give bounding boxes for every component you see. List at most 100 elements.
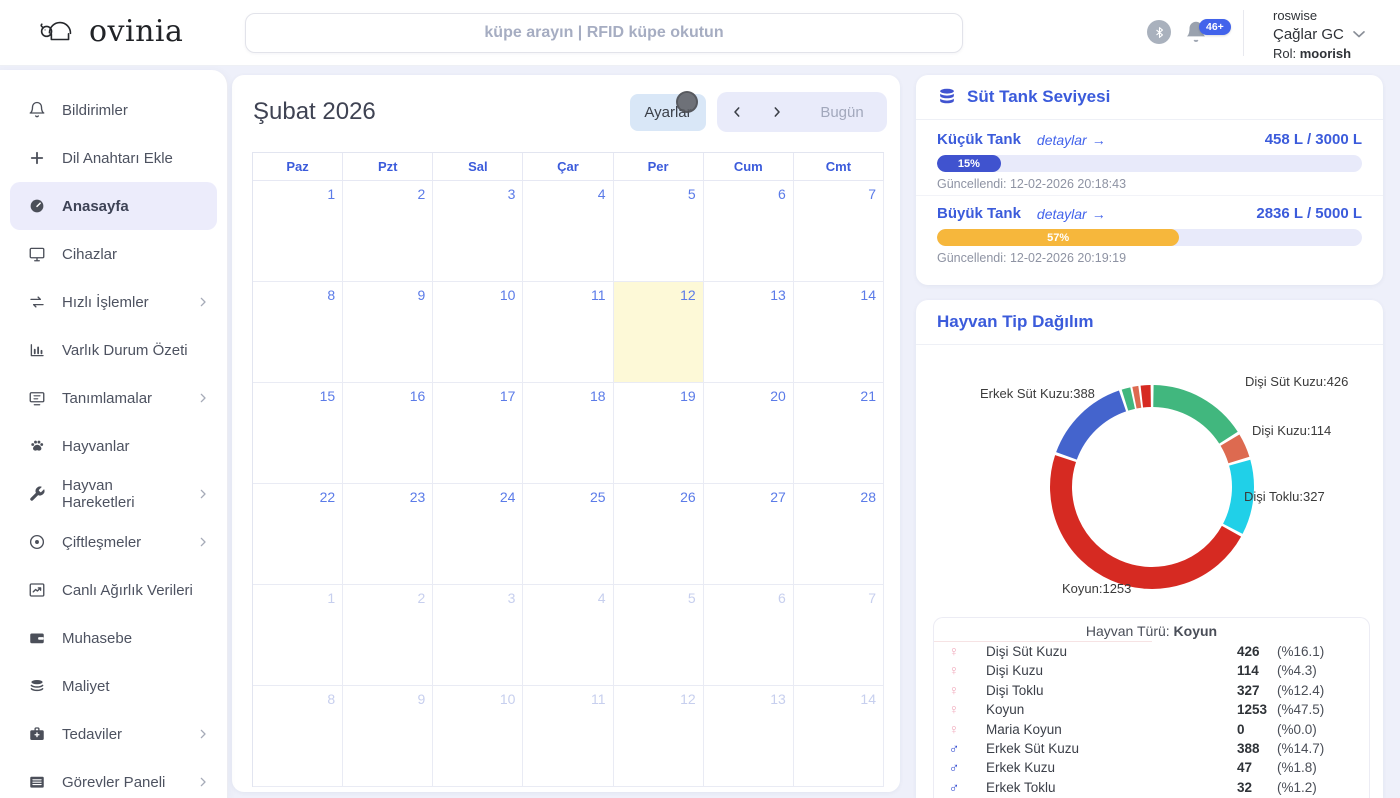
sidebar-item-görevler-paneli[interactable]: Görevler Paneli	[0, 758, 227, 798]
calendar-day-cell[interactable]: 24	[433, 484, 523, 585]
sidebar-item-muhasebe[interactable]: Muhasebe	[0, 614, 227, 662]
animal-type-name: Dişi Süt Kuzu	[986, 642, 1067, 661]
calendar-day-cell[interactable]: 12	[614, 686, 704, 787]
animal-type-name: Erkek Süt Kuzu	[986, 739, 1079, 758]
day-header-sal: Sal	[433, 153, 523, 181]
calendar-day-cell[interactable]: 23	[343, 484, 433, 585]
calendar-day-cell[interactable]: 5	[614, 181, 704, 282]
sidebar-item-tanımlamalar[interactable]: Tanımlamalar	[0, 374, 227, 422]
donut-segment-erkek-süt-kuzu[interactable]	[1066, 401, 1122, 456]
calendar-day-cell[interactable]: 13	[704, 282, 794, 383]
table-row[interactable]: ♂ Erkek Toklu 32 (%1.2)	[934, 778, 1369, 797]
donut-segment-koyun[interactable]	[1061, 459, 1231, 578]
sidebar-item-label: Bildirimler	[62, 102, 128, 119]
chevron-down-icon[interactable]	[1349, 24, 1369, 49]
sidebar-item-hızlı-i-şlemler[interactable]: Hızlı İşlemler	[0, 278, 227, 326]
calendar-day-cell[interactable]: 2	[343, 585, 433, 686]
calendar-day-cell[interactable]: 14	[794, 282, 884, 383]
calendar-day-cell[interactable]: 27	[704, 484, 794, 585]
donut-segment-erkek-kuzu[interactable]	[1125, 398, 1133, 400]
table-row[interactable]: ♀ Dişi Kuzu 114 (%4.3)	[934, 661, 1369, 680]
calendar-day-cell[interactable]: 17	[433, 383, 523, 484]
calendar-day-cell[interactable]: 16	[343, 383, 433, 484]
tank-details-link[interactable]: detaylar→	[1037, 206, 1106, 222]
calendar-day-cell[interactable]: 10	[433, 686, 523, 787]
calendar-day-cell[interactable]: 3	[433, 181, 523, 282]
user-menu[interactable]: roswise Çağlar GC Rol: moorish	[1273, 6, 1351, 63]
sidebar-item-çiftleşmeler[interactable]: Çiftleşmeler	[0, 518, 227, 566]
calendar-day-cell[interactable]: 10	[433, 282, 523, 383]
calendar-day-cell[interactable]: 1	[253, 585, 343, 686]
sidebar-item-canlı-ağırlık-verileri[interactable]: Canlı Ağırlık Verileri	[0, 566, 227, 614]
day-header-cmt: Cmt	[794, 153, 884, 181]
sidebar-item-varlık-durum-özeti[interactable]: Varlık Durum Özeti	[0, 326, 227, 374]
calendar-day-cell[interactable]: 11	[523, 686, 613, 787]
calendar-day-cell[interactable]: 25	[523, 484, 613, 585]
sidebar-item-anasayfa[interactable]: Anasayfa	[10, 182, 217, 230]
calendar-day-cell[interactable]: 26	[614, 484, 704, 585]
calendar-day-cell[interactable]: 22	[253, 484, 343, 585]
calendar-day-cell[interactable]: 11	[523, 282, 613, 383]
sidebar-item-cihazlar[interactable]: Cihazlar	[0, 230, 227, 278]
today-button[interactable]: Bugün	[797, 92, 887, 132]
next-month-button[interactable]	[757, 92, 797, 132]
calendar-day-cell[interactable]: 6	[704, 181, 794, 282]
sidebar-item-tedaviler[interactable]: Tedaviler	[0, 710, 227, 758]
animal-type-count: 327	[1237, 681, 1260, 700]
calendar-day-cell[interactable]: 4	[523, 585, 613, 686]
donut-segment-dişi-toklu[interactable]	[1233, 463, 1243, 529]
animal-type-percent: (%1.8)	[1277, 758, 1317, 777]
calendar-day-cell[interactable]: 15	[253, 383, 343, 484]
donut-segment-dişi-süt-kuzu[interactable]	[1153, 396, 1228, 438]
donut-segment-other[interactable]	[1142, 396, 1151, 397]
animal-type-percent: (%47.5)	[1277, 700, 1324, 719]
topbar-divider	[1243, 10, 1244, 56]
donut-segment-erkek-toklu[interactable]	[1134, 397, 1139, 398]
calendar-day-cell[interactable]: 12	[614, 282, 704, 383]
calendar-day-cell[interactable]: 7	[794, 585, 884, 686]
calendar-day-cell[interactable]: 19	[614, 383, 704, 484]
calendar-day-cell[interactable]: 8	[253, 282, 343, 383]
sidebar-item-dil-anahtarı-ekle[interactable]: Dil Anahtarı Ekle	[0, 134, 227, 182]
table-row[interactable]: ♀ Dişi Toklu 327 (%12.4)	[934, 681, 1369, 700]
calendar-day-cell[interactable]: 13	[704, 686, 794, 787]
animal-type-count: 1253	[1237, 700, 1267, 719]
table-row[interactable]: ♀ Maria Koyun 0 (%0.0)	[934, 720, 1369, 739]
sidebar-item-hayvanlar[interactable]: Hayvanlar	[0, 422, 227, 470]
notification-count-badge[interactable]: 46+	[1199, 19, 1231, 35]
table-row[interactable]: ♀ Dişi Süt Kuzu 426 (%16.1)	[934, 642, 1369, 661]
calendar-day-cell[interactable]: 7	[794, 181, 884, 282]
calendar-day-cell[interactable]: 9	[343, 282, 433, 383]
sidebar-item-label: Görevler Paneli	[62, 774, 165, 791]
table-row[interactable]: ♀ Koyun 1253 (%47.5)	[934, 700, 1369, 719]
prev-month-button[interactable]	[717, 92, 757, 132]
bluetooth-icon[interactable]	[1147, 20, 1171, 44]
calendar-day-cell[interactable]: 6	[704, 585, 794, 686]
sidebar-item-bildirimler[interactable]: Bildirimler	[0, 86, 227, 134]
animal-type-percent: (%4.3)	[1277, 661, 1317, 680]
calendar-day-cell[interactable]: 14	[794, 686, 884, 787]
sidebar-item-maliyet[interactable]: Maliyet	[0, 662, 227, 710]
sidebar-item-hayvan-hareketleri[interactable]: Hayvan Hareketleri	[0, 470, 227, 518]
brand-logo[interactable]: ovinia	[38, 10, 183, 53]
table-row[interactable]: ♂ Erkek Süt Kuzu 388 (%14.7)	[934, 739, 1369, 758]
tank-progress-track: 15%	[937, 155, 1362, 172]
dashboard-icon	[27, 196, 47, 216]
calendar-day-cell[interactable]: 8	[253, 686, 343, 787]
tank-details-link[interactable]: detaylar→	[1037, 132, 1106, 148]
donut-segment-dişi-kuzu[interactable]	[1230, 440, 1239, 460]
tank-row: Küçük Tank detaylar→ 458 L / 3000 L 15% …	[916, 120, 1383, 191]
table-row[interactable]: ♂ Erkek Kuzu 47 (%1.8)	[934, 758, 1369, 777]
calendar-day-cell[interactable]: 5	[614, 585, 704, 686]
calendar-day-cell[interactable]: 1	[253, 181, 343, 282]
calendar-day-cell[interactable]: 18	[523, 383, 613, 484]
calendar-day-cell[interactable]: 2	[343, 181, 433, 282]
distribution-title: Hayvan Tip Dağılım	[937, 312, 1094, 332]
calendar-day-cell[interactable]: 9	[343, 686, 433, 787]
search-input[interactable]	[245, 13, 963, 53]
calendar-day-cell[interactable]: 28	[794, 484, 884, 585]
calendar-day-cell[interactable]: 3	[433, 585, 523, 686]
calendar-day-cell[interactable]: 21	[794, 383, 884, 484]
calendar-day-cell[interactable]: 20	[704, 383, 794, 484]
calendar-day-cell[interactable]: 4	[523, 181, 613, 282]
